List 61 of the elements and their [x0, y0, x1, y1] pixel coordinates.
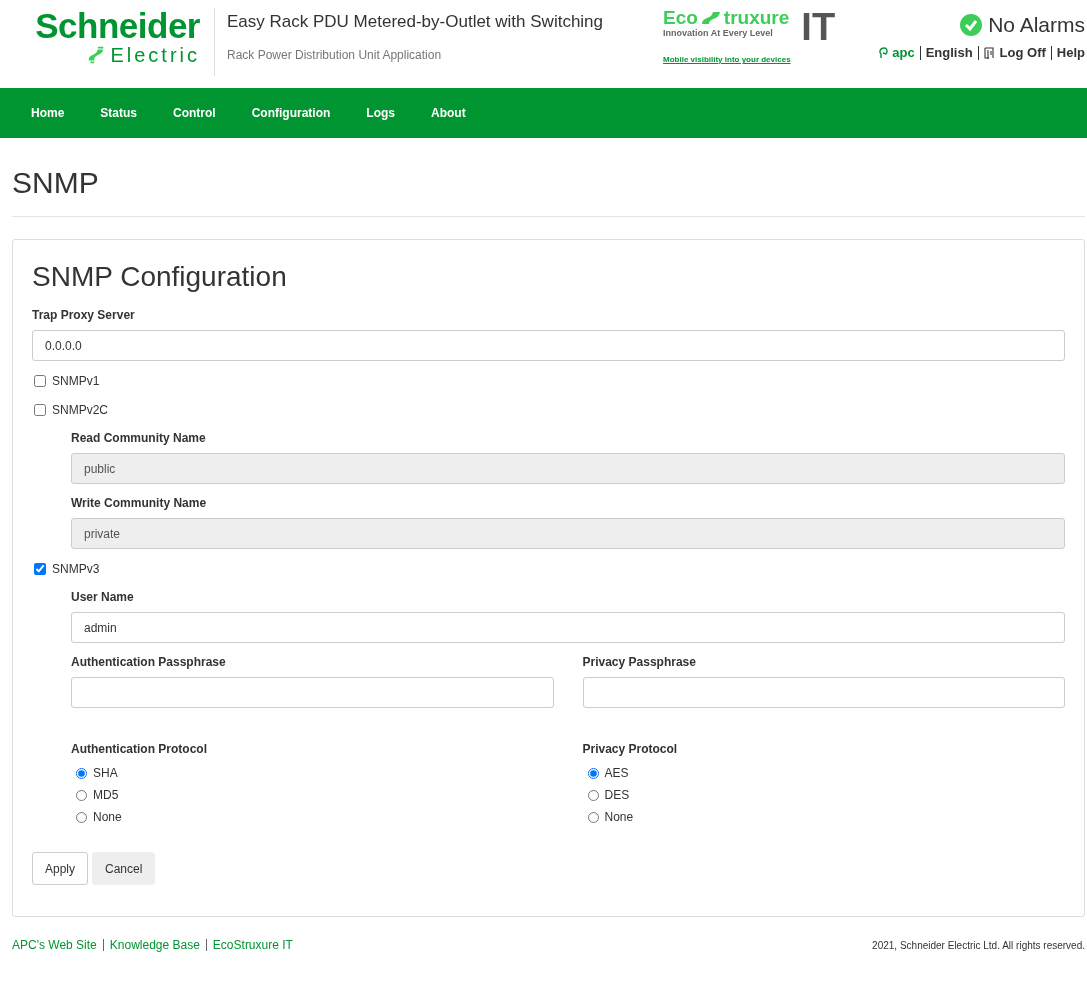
field-label: Authentication Passphrase: [71, 655, 227, 669]
nav-item[interactable]: About: [413, 102, 484, 124]
checkbox[interactable]: [34, 375, 46, 387]
copyright-text: 2021, Schneider Electric Ltd. All rights reserved.: [872, 939, 1085, 951]
radio-button[interactable]: [76, 811, 87, 823]
eco-logo-text: Eco: [663, 8, 698, 28]
radio-label: DES: [604, 788, 630, 802]
cancel-button[interactable]: Cancel: [92, 852, 156, 885]
radio-button[interactable]: [587, 767, 599, 779]
checkbox[interactable]: [34, 404, 46, 416]
input-field[interactable]: [582, 677, 1065, 708]
logoff-link[interactable]: Log Off: [999, 45, 1046, 60]
apply-button[interactable]: Apply: [32, 852, 89, 885]
radio-label: None: [604, 810, 634, 824]
product-subtitle: Rack Power Distribution Unit Application: [227, 48, 443, 62]
input-field[interactable]: admin: [71, 612, 1065, 643]
nav-item[interactable]: Logs: [348, 102, 413, 124]
checkbox-label: SNMPv1: [52, 374, 100, 388]
footer-link[interactable]: APC's Web Site: [12, 938, 97, 952]
radio-button[interactable]: [587, 789, 599, 801]
eco-logo-text: truxure: [723, 8, 790, 28]
radio-button[interactable]: [76, 789, 87, 801]
checkbox-label: SNMPv2C: [52, 403, 108, 417]
nav-item[interactable]: Control: [155, 102, 234, 124]
footer-link[interactable]: EcoStruxure IT: [212, 938, 293, 952]
mobile-link[interactable]: Mobile visibility into your devices: [663, 55, 791, 64]
field-label: Privacy Passphrase: [582, 655, 697, 669]
field-label: Trap Proxy Server: [32, 308, 136, 322]
input-field[interactable]: [71, 677, 554, 708]
brand-logo-subname: Electric: [110, 44, 200, 66]
radio-label: AES: [604, 766, 629, 780]
check-icon: [960, 14, 983, 36]
eco-logo-suffix: IT: [801, 8, 836, 46]
footer-link[interactable]: Knowledge Base: [109, 938, 200, 952]
page-title: SNMP: [12, 166, 100, 200]
field-label: Authentication Protocol: [71, 742, 208, 756]
radio-label: None: [93, 810, 122, 824]
radio-button[interactable]: [587, 811, 599, 823]
radio-label: SHA: [93, 766, 118, 780]
radio-label: MD5: [93, 788, 119, 802]
user-icon: [879, 46, 889, 59]
field-label: User Name: [71, 590, 135, 604]
radio-button[interactable]: [76, 767, 87, 779]
field-label: Write Community Name: [71, 496, 208, 510]
nav-item[interactable]: Status: [82, 102, 156, 124]
alarm-status: No Alarms: [988, 13, 1085, 37]
panel-title: SNMP Configuration: [32, 260, 288, 294]
eco-tagline: Innovation At Every Level: [663, 28, 774, 38]
nav-item[interactable]: Configuration: [233, 102, 349, 124]
nav-item[interactable]: Home: [13, 102, 83, 124]
brand-logo-name: Schneider: [35, 8, 200, 44]
checkbox-label: SNMPv3: [52, 562, 100, 576]
user-link[interactable]: apc: [892, 45, 915, 60]
checkbox[interactable]: [34, 563, 46, 575]
field-label: Read Community Name: [71, 431, 207, 445]
product-title: Easy Rack PDU Metered-by-Outlet with Switching: [227, 12, 605, 32]
field-label: Privacy Protocol: [582, 742, 679, 756]
door-icon: [983, 46, 996, 59]
header-link[interactable]: English: [925, 45, 973, 60]
header-link[interactable]: Help: [1056, 45, 1085, 60]
input-field[interactable]: 0.0.0.0: [32, 330, 1065, 361]
